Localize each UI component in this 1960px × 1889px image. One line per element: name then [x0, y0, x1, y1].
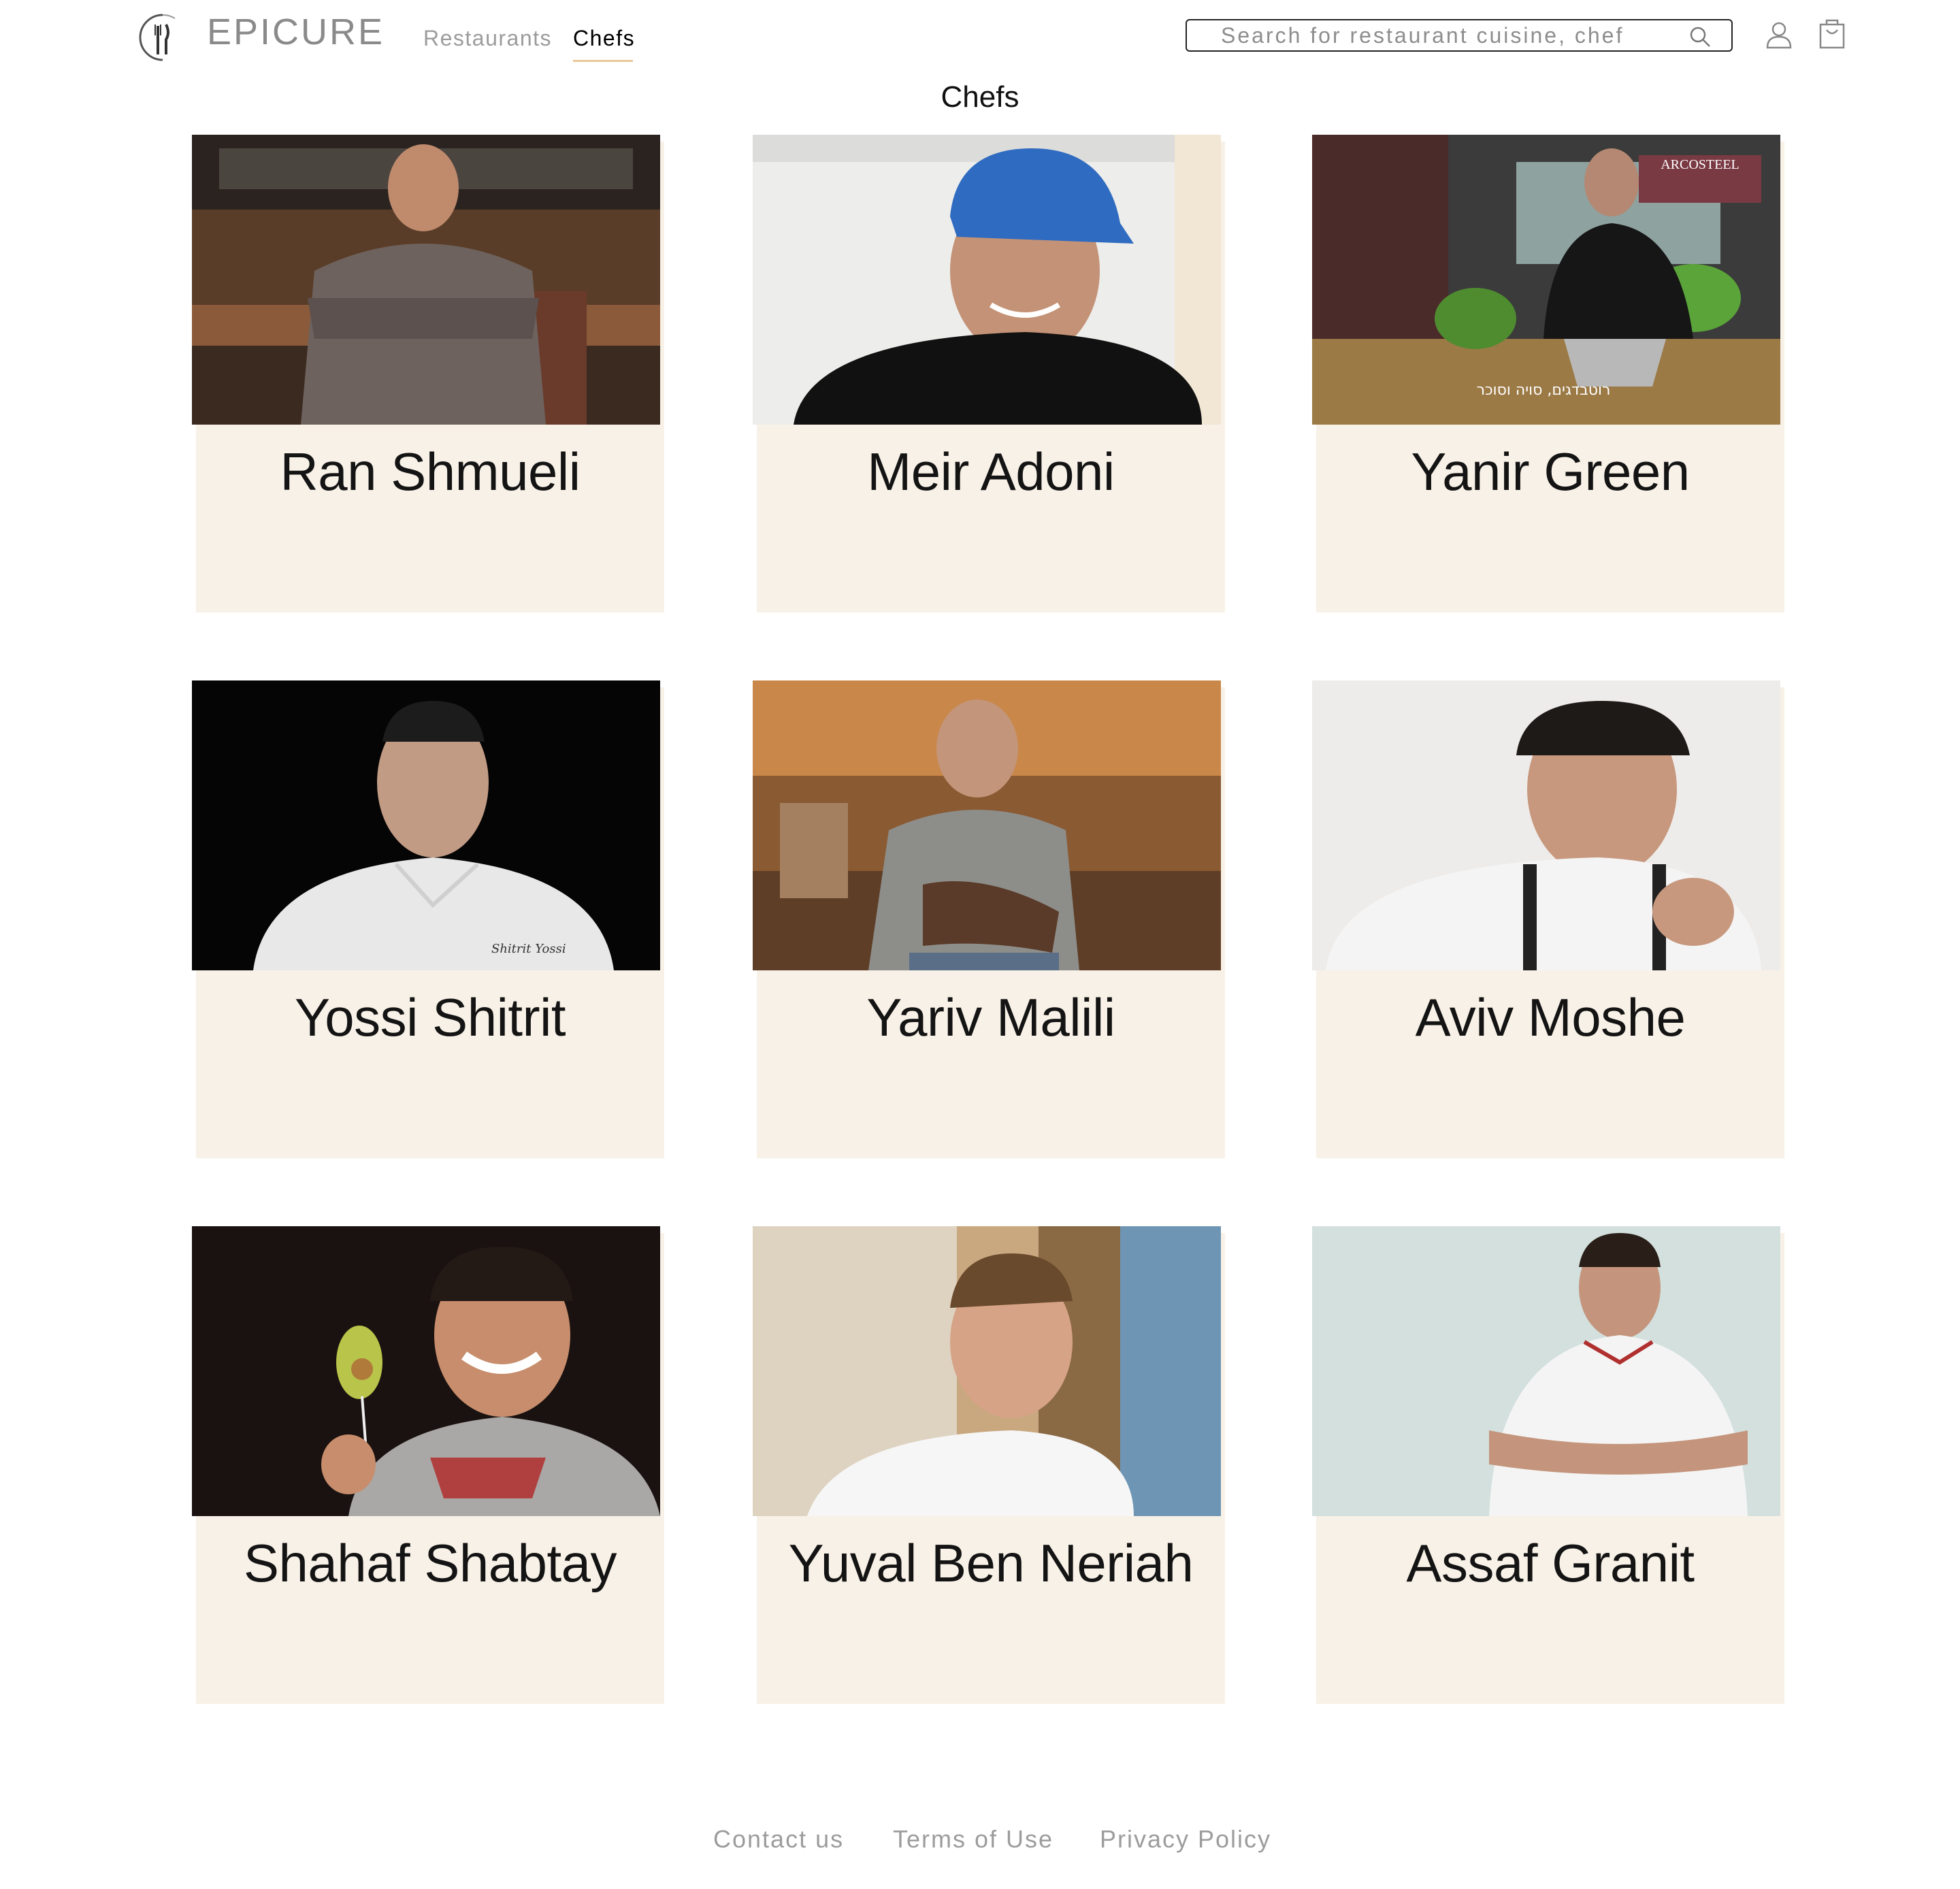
chef-photo[interactable]: Shitrit Yossi [192, 680, 660, 970]
photo-brand: ARCOSTEEL [1661, 157, 1740, 172]
chef-card[interactable]: Meir Adoni [753, 135, 1225, 612]
logo-icon[interactable] [137, 12, 188, 63]
chef-name[interactable]: Yariv Malili [757, 987, 1225, 1049]
chef-name[interactable]: Yuval Ben Neriah [757, 1532, 1225, 1594]
footer-contact-link[interactable]: Contact us [713, 1825, 844, 1854]
user-icon[interactable] [1765, 20, 1793, 49]
chef-photo[interactable] [192, 135, 660, 425]
bag-icon[interactable] [1818, 18, 1846, 49]
chef-card[interactable]: Assaf Granit [1312, 1226, 1784, 1704]
chef-photo[interactable] [753, 135, 1221, 425]
search-icon[interactable] [1688, 24, 1712, 49]
chef-card[interactable]: Yariv Malili [753, 680, 1225, 1158]
search-box[interactable] [1186, 19, 1733, 52]
chef-card[interactable]: Ran Shmueli [192, 135, 664, 612]
chef-name[interactable]: Yanir Green [1316, 441, 1784, 503]
chef-card[interactable]: Shitrit Yossi Yossi Shitrit [192, 680, 664, 1158]
chef-name[interactable]: Assaf Granit [1316, 1532, 1784, 1594]
chef-card[interactable]: Aviv Moshe [1312, 680, 1784, 1158]
chef-name[interactable]: Aviv Moshe [1316, 987, 1784, 1049]
chef-photo[interactable] [753, 1226, 1221, 1516]
chef-card[interactable]: Yuval Ben Neriah [753, 1226, 1225, 1704]
chef-card[interactable]: Shahaf Shabtay [192, 1226, 664, 1704]
top-header: EPICURE Restaurants Chefs [0, 0, 1960, 75]
active-nav-indicator [573, 60, 633, 62]
page-title: Chefs [941, 80, 1019, 114]
chef-name[interactable]: Yossi Shitrit [196, 987, 664, 1049]
nav-chefs[interactable]: Chefs [573, 26, 635, 51]
chef-name[interactable]: Shahaf Shabtay [196, 1532, 664, 1594]
nav-restaurants[interactable]: Restaurants [423, 26, 552, 51]
footer-privacy-link[interactable]: Privacy Policy [1100, 1825, 1271, 1854]
footer-terms-link[interactable]: Terms of Use [893, 1825, 1054, 1854]
chef-card[interactable]: ARCOSTEEL רוטבדגים, סויה וסוכר Yanir Gre… [1312, 135, 1784, 612]
search-input[interactable] [1221, 20, 1663, 50]
chef-photo[interactable] [753, 680, 1221, 970]
photo-caption: רוטבדגים, סויה וסוכר [1477, 382, 1611, 399]
chef-photo[interactable] [1312, 680, 1780, 970]
chef-photo[interactable]: ARCOSTEEL רוטבדגים, סויה וסוכר [1312, 135, 1780, 425]
brand-name[interactable]: EPICURE [207, 11, 385, 53]
chef-name[interactable]: Meir Adoni [757, 441, 1225, 503]
chef-name[interactable]: Ran Shmueli [196, 441, 664, 503]
chef-photo[interactable] [192, 1226, 660, 1516]
chef-photo[interactable] [1312, 1226, 1780, 1516]
photo-text: Shitrit Yossi [491, 942, 566, 956]
